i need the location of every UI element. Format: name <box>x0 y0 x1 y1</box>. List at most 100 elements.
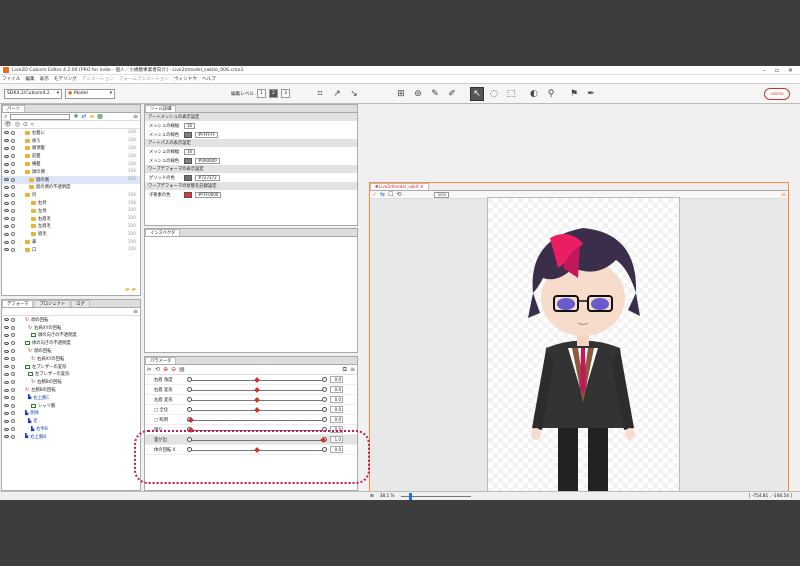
pen-icon[interactable]: ✒ <box>584 87 598 101</box>
lock-icon[interactable] <box>11 130 15 135</box>
visibility-icon[interactable] <box>4 154 9 158</box>
tab-project[interactable]: プロジェクト <box>34 300 71 307</box>
canvas-menu-icon[interactable]: ≡ <box>781 191 786 198</box>
visibility-icon[interactable] <box>4 139 9 143</box>
lock-icon[interactable] <box>11 325 15 330</box>
visibility-icon[interactable] <box>4 388 9 392</box>
slider-knob[interactable] <box>254 376 260 383</box>
lock-icon[interactable] <box>11 403 15 408</box>
transform-tool-icon[interactable]: ⬚ <box>504 87 518 101</box>
minimize-button[interactable]: – <box>763 67 766 74</box>
parts-search-input[interactable] <box>10 113 71 120</box>
mesh-edit-icon[interactable]: ⌗ <box>313 87 327 101</box>
deform-brush-icon[interactable]: ✐ <box>445 87 459 101</box>
property-value[interactable]: #000000 <box>195 157 220 164</box>
parts-tree-row[interactable]: 後ろ 100 <box>2 137 140 145</box>
deformer-tree-row[interactable]: ▙ 胴体 <box>2 410 140 418</box>
lasso-tool-icon[interactable]: ◌ <box>487 87 501 101</box>
deformer-tree-row[interactable]: ↻ 顔の回転 <box>2 347 140 355</box>
color-swatch[interactable] <box>184 174 192 181</box>
lock-icon[interactable] <box>11 380 15 385</box>
deformer-tree-row[interactable]: ↻ 左腕Bの回転 <box>2 386 140 394</box>
visibility-icon[interactable] <box>4 326 9 330</box>
tab-parameters[interactable]: パラメータ <box>145 357 177 364</box>
close-button[interactable]: ✕ <box>788 67 793 74</box>
model-canvas[interactable]: ✱ Live2dmodel_sakit ✕ ✓ ⇆ ☐ ⟲ Solo ≡ <box>369 182 789 500</box>
lock-icon[interactable] <box>11 185 15 190</box>
maximize-button[interactable]: ▫ <box>775 67 779 74</box>
visibility-icon[interactable] <box>4 146 9 150</box>
visibility-icon[interactable] <box>4 131 9 135</box>
visibility-icon[interactable] <box>4 411 9 415</box>
rotate-icon[interactable]: ⟲ <box>396 191 401 198</box>
parameter-row[interactable]: □ 照明 0.0 <box>145 415 357 425</box>
expand-icon[interactable]: ⊙ <box>23 121 28 128</box>
property-value[interactable]: 16 <box>184 148 196 155</box>
lock-icon[interactable] <box>11 317 15 322</box>
lock-icon[interactable] <box>11 216 15 221</box>
parts-tree-row[interactable]: 口 100 <box>2 246 140 254</box>
parts-tree-row[interactable]: 右目 100 <box>2 199 140 207</box>
fit-icon[interactable]: ⊞ <box>370 494 374 499</box>
visibility-icon[interactable] <box>4 240 9 244</box>
brush-icon[interactable]: ✎ <box>428 87 442 101</box>
lock-toggle-icon[interactable]: ◎ <box>15 121 20 128</box>
select-tool-icon[interactable]: ↖ <box>469 86 484 101</box>
visibility-icon[interactable] <box>4 372 9 376</box>
visibility-icon[interactable] <box>4 248 9 252</box>
play-icon[interactable]: ⊳ <box>147 366 152 373</box>
deformer-tree-row[interactable]: ↻ 右肩XYの回転 <box>2 324 140 332</box>
reset-icon[interactable]: ⟲ <box>155 366 160 373</box>
pose-icon[interactable]: ✓ <box>372 191 377 198</box>
visibility-icon[interactable] <box>4 333 9 337</box>
zoom-slider[interactable] <box>400 492 471 500</box>
visibility-icon[interactable] <box>4 404 9 408</box>
warp-icon[interactable]: ▦ <box>97 113 103 120</box>
visibility-icon[interactable] <box>4 232 9 236</box>
lock-icon[interactable] <box>11 240 15 245</box>
menu-file[interactable]: ファイル <box>2 76 20 82</box>
deformer-tree-row[interactable]: ↻ 顔の回転 <box>2 316 140 324</box>
lock-icon[interactable] <box>11 138 15 143</box>
lock-icon[interactable] <box>11 193 15 198</box>
sdk-select[interactable]: SDK4.2/Cubism4.2 ▾ <box>4 88 62 99</box>
lock-icon[interactable] <box>11 341 15 346</box>
visibility-icon[interactable] <box>4 185 9 189</box>
key-delete-icon[interactable]: ⊖ <box>171 366 176 373</box>
menu-icon[interactable]: ≡ <box>133 113 138 120</box>
visibility-icon[interactable] <box>4 201 9 205</box>
menu-icon[interactable]: ≡ <box>350 366 355 373</box>
visibility-icon[interactable] <box>4 217 9 221</box>
deformer-tree-row[interactable]: 左ブレザーの変形 <box>2 371 140 379</box>
visibility-icon[interactable] <box>4 209 9 213</box>
palette-icon[interactable]: ◐ <box>527 87 541 101</box>
copy-icon[interactable]: ⧉ <box>343 366 347 374</box>
search-icon[interactable]: ⌕ <box>4 113 7 121</box>
edit-level-3[interactable]: 3 <box>280 89 290 98</box>
visibility-icon[interactable] <box>4 193 9 197</box>
visibility-icon[interactable] <box>4 419 9 423</box>
property-value[interactable]: #FFFFFF <box>195 131 219 138</box>
edit-level-1[interactable]: 1 <box>256 89 266 98</box>
parts-tree-row[interactable]: 右眉毛 100 <box>2 215 140 223</box>
parts-tree-row[interactable]: 鼻 100 <box>2 238 140 246</box>
nizima-logo[interactable]: nizima <box>764 87 790 100</box>
menu-help[interactable]: ヘルプ <box>202 76 216 82</box>
deformer-tree-row[interactable]: ▙ 右上腕C <box>2 394 140 402</box>
solo-button[interactable]: Solo <box>434 191 450 198</box>
parts-tree-row[interactable]: 左目 100 <box>2 207 140 215</box>
lock-icon[interactable] <box>11 154 15 159</box>
eye-toggle-icon[interactable]: 👁 <box>4 121 12 128</box>
parameter-value[interactable]: 0.0 <box>330 406 343 413</box>
grid-icon[interactable]: ⊞ <box>394 87 408 101</box>
color-swatch[interactable] <box>184 131 192 138</box>
visibility-icon[interactable] <box>4 380 9 384</box>
deformer-tree-row[interactable]: ▙ 右手B <box>2 425 140 433</box>
folder-add-icon[interactable]: ▰ ▰ <box>125 286 136 293</box>
lock-icon[interactable] <box>11 395 15 400</box>
lock-icon[interactable] <box>11 201 15 206</box>
menu-edit[interactable]: 編集 <box>25 76 34 82</box>
edit-level-2[interactable]: 2 <box>268 89 278 98</box>
lock-icon[interactable] <box>11 411 15 416</box>
folder-icon[interactable]: ▰ <box>89 113 94 120</box>
